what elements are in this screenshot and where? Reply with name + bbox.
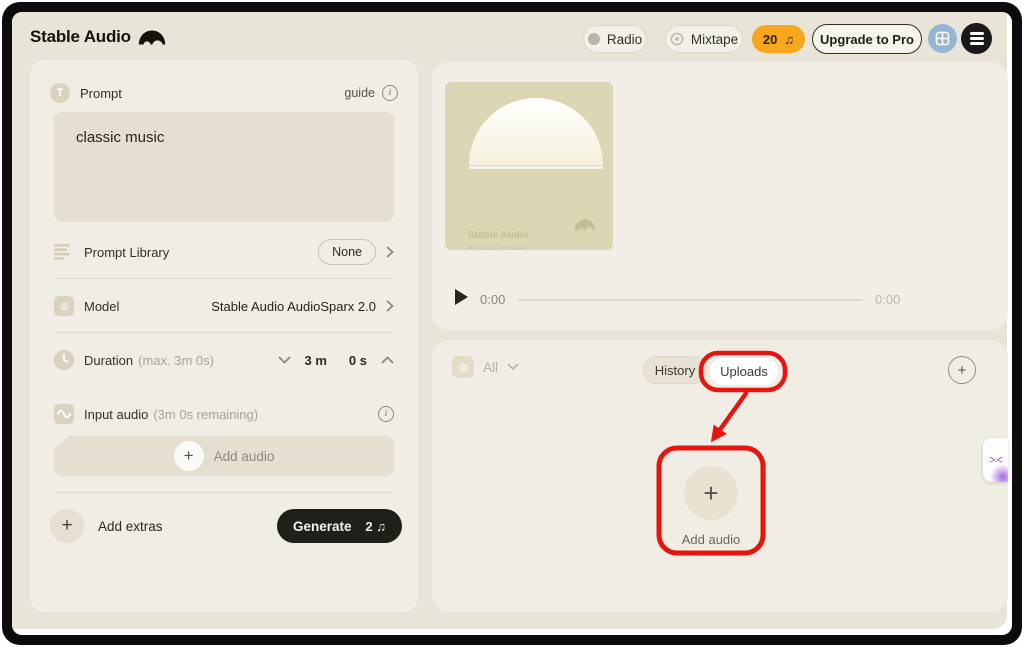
prompt-input[interactable]: classic music xyxy=(54,112,394,222)
app-background: Stable Audio Radio Mixtape 20 ♫ Upgrade … xyxy=(12,12,1007,629)
add-audio-tile-label: Add audio xyxy=(659,532,763,547)
player-card: Stable Audio AI music creation 0:00 0:00 xyxy=(432,62,1008,330)
prompt-library-label: Prompt Library xyxy=(84,245,169,260)
radio-button[interactable]: Radio xyxy=(583,25,647,53)
screenshot-frame: Stable Audio Radio Mixtape 20 ♫ Upgrade … xyxy=(2,2,1022,645)
prompt-library-value: None xyxy=(318,239,376,265)
album-dome-graphic xyxy=(469,98,603,165)
prompt-library-row[interactable]: Prompt Library None xyxy=(54,236,394,268)
album-title: Stable Audio xyxy=(468,230,529,241)
apps-grid-button[interactable] xyxy=(928,24,957,53)
chevron-down-icon xyxy=(507,363,519,371)
input-audio-row: Input audio (3m 0s remaining) i xyxy=(54,398,394,430)
add-audio-tile[interactable]: + Add audio xyxy=(659,456,763,547)
add-input-audio-button[interactable]: + Add audio xyxy=(54,436,394,476)
divider xyxy=(54,278,394,279)
chevron-right-icon xyxy=(386,300,394,312)
mixtape-label: Mixtape xyxy=(691,32,738,47)
menu-button[interactable] xyxy=(961,23,992,54)
model-row[interactable]: Model Stable Audio AudioSparx 2.0 xyxy=(54,290,394,322)
mixtape-icon xyxy=(670,32,684,46)
filter-label: All xyxy=(483,360,498,375)
music-note-icon: ♫ xyxy=(784,32,794,47)
music-note-icon: ♫ xyxy=(376,519,386,534)
plus-icon: + xyxy=(684,466,738,520)
brand-name: Stable Audio xyxy=(30,27,131,47)
grid-icon xyxy=(935,31,950,46)
album-dome-baseline xyxy=(469,166,603,169)
input-audio-info-icon[interactable]: i xyxy=(378,406,394,422)
generate-label: Generate xyxy=(293,519,352,534)
filter-icon xyxy=(452,356,474,378)
divider xyxy=(54,492,394,493)
library-card: All History Uploads + + Add audio xyxy=(432,340,1008,612)
plus-icon: + xyxy=(174,441,204,471)
prompt-label: Prompt xyxy=(80,86,122,101)
dome-logo-icon xyxy=(574,219,596,231)
credits-count: 20 xyxy=(763,32,777,47)
duration-row: Duration (max. 3m 0s) 3 m 0 s xyxy=(54,344,394,376)
duration-increase-chevron-icon[interactable] xyxy=(381,356,394,364)
tab-history[interactable]: History xyxy=(643,356,707,384)
page: Stable Audio Radio Mixtape 20 ♫ Upgrade … xyxy=(12,12,1012,635)
duration-minutes-value[interactable]: 3 m xyxy=(305,353,327,368)
prompt-header: T Prompt guide i xyxy=(50,82,398,104)
model-icon xyxy=(54,296,74,316)
generation-panel: T Prompt guide i classic music Prompt Li… xyxy=(30,60,418,612)
collapsed-extension-tab[interactable]: ＞.＜ xyxy=(983,438,1008,482)
album-art: Stable Audio AI music creation xyxy=(445,82,613,250)
upgrade-label: Upgrade to Pro xyxy=(820,32,914,47)
seek-bar[interactable] xyxy=(518,299,863,301)
total-time: 0:00 xyxy=(875,292,900,307)
album-subtitle: AI music creation xyxy=(468,243,526,250)
brand-logo: Stable Audio xyxy=(30,27,166,47)
panel-footer: + Add extras Generate 2 ♫ xyxy=(50,508,402,544)
upgrade-to-pro-button[interactable]: Upgrade to Pro xyxy=(812,24,922,54)
generate-cost: 2 ♫ xyxy=(365,519,386,534)
mixtape-button[interactable]: Mixtape xyxy=(665,25,743,53)
hamburger-icon xyxy=(970,32,984,45)
dome-logo-icon xyxy=(138,30,166,45)
guide-link[interactable]: guide xyxy=(344,86,375,100)
duration-label: Duration xyxy=(84,353,133,368)
chevron-right-icon xyxy=(386,246,394,258)
input-audio-hint: (3m 0s remaining) xyxy=(153,407,258,422)
add-extras-label[interactable]: Add extras xyxy=(98,519,163,534)
divider xyxy=(54,332,394,333)
tab-uploads[interactable]: Uploads xyxy=(710,358,778,385)
credits-badge[interactable]: 20 ♫ xyxy=(752,25,805,53)
prompt-text-icon: T xyxy=(50,83,70,103)
duration-decrease-chevron-icon[interactable] xyxy=(278,356,291,364)
radio-icon xyxy=(588,33,600,45)
duration-seconds-value[interactable]: 0 s xyxy=(349,353,367,368)
input-audio-label: Input audio xyxy=(84,407,148,422)
filter-dropdown[interactable]: All xyxy=(452,356,519,378)
radio-label: Radio xyxy=(607,32,642,47)
list-lines-icon xyxy=(54,243,74,261)
add-audio-label: Add audio xyxy=(214,449,275,464)
model-value: Stable Audio AudioSparx 2.0 xyxy=(211,299,376,314)
duration-hint: (max. 3m 0s) xyxy=(138,353,214,368)
generate-button[interactable]: Generate 2 ♫ xyxy=(277,509,402,543)
library-add-button[interactable]: + xyxy=(948,356,976,384)
play-button[interactable] xyxy=(455,289,468,305)
clock-icon xyxy=(54,350,74,370)
prompt-info-icon[interactable]: i xyxy=(382,85,398,101)
audio-wave-icon xyxy=(54,404,74,424)
add-extras-plus-icon[interactable]: + xyxy=(50,509,84,543)
extension-face-label: ＞.＜ xyxy=(989,455,1002,465)
current-time: 0:00 xyxy=(480,292,505,307)
model-label: Model xyxy=(84,299,119,314)
